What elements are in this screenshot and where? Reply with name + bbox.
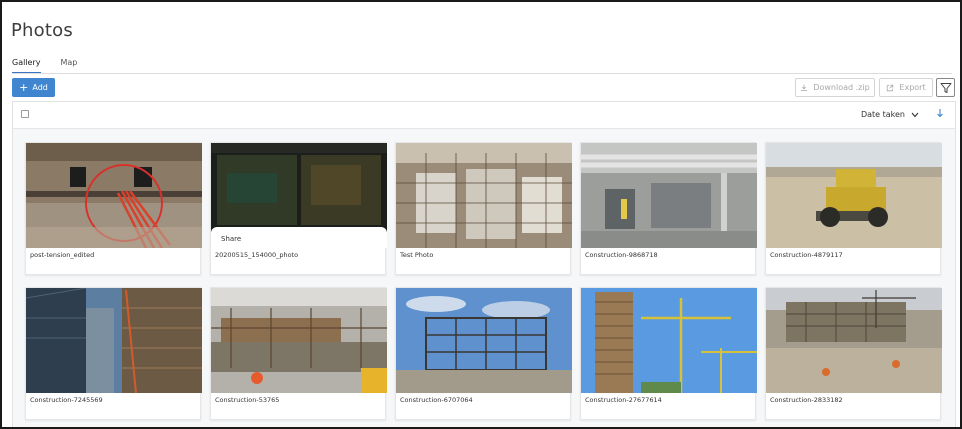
photo-thumbnail[interactable] bbox=[396, 143, 572, 248]
photo-card[interactable]: Construction-6707064 bbox=[395, 287, 572, 420]
sort-dropdown[interactable]: Date taken bbox=[861, 110, 919, 119]
select-all-checkbox[interactable] bbox=[21, 110, 29, 118]
photo-name: 20200515_154000_photo bbox=[215, 251, 299, 259]
add-button[interactable]: + Add bbox=[12, 78, 55, 97]
chevron-down-icon bbox=[911, 112, 919, 117]
tab-map[interactable]: Map bbox=[61, 58, 78, 74]
photo-name: Construction-6707064 bbox=[400, 396, 473, 404]
gallery-header: Date taken bbox=[13, 102, 955, 129]
photo-name: Construction-27677614 bbox=[585, 396, 662, 404]
photo-thumbnail[interactable] bbox=[396, 288, 572, 393]
photo-card[interactable]: Share 20200515_154000_photo bbox=[210, 142, 387, 275]
download-zip-label: Download .zip bbox=[813, 83, 870, 92]
export-icon bbox=[887, 84, 894, 91]
photo-card[interactable]: Construction-2833182 bbox=[765, 287, 942, 420]
photo-name: Construction-53765 bbox=[215, 396, 280, 404]
photo-name: Construction-4879117 bbox=[770, 251, 843, 259]
photo-card[interactable]: Construction-9868718 bbox=[580, 142, 757, 275]
export-label: Export bbox=[899, 83, 926, 92]
photo-thumbnail[interactable] bbox=[581, 288, 757, 393]
tabs-divider bbox=[12, 73, 952, 74]
share-label[interactable]: Share bbox=[221, 235, 241, 243]
app-frame: Photos Gallery Map + Add Download .zip E… bbox=[0, 0, 962, 429]
photo-name: Test Photo bbox=[400, 251, 434, 259]
filter-button[interactable] bbox=[936, 78, 955, 97]
plus-icon: + bbox=[19, 81, 29, 94]
photo-name: Construction-7245569 bbox=[30, 396, 103, 404]
photo-name: Construction-9868718 bbox=[585, 251, 658, 259]
photo-thumbnail[interactable] bbox=[766, 143, 942, 248]
photo-thumbnail[interactable] bbox=[26, 288, 202, 393]
sort-direction-button[interactable] bbox=[936, 108, 944, 121]
share-popup[interactable]: Share bbox=[211, 227, 387, 248]
photo-card[interactable]: Construction-53765 bbox=[210, 287, 387, 420]
photo-card[interactable]: Construction-4879117 bbox=[765, 142, 942, 275]
photo-gallery: Date taken post-tension_edited Share 202… bbox=[12, 101, 956, 427]
download-zip-button[interactable]: Download .zip bbox=[795, 78, 875, 97]
photo-thumbnail[interactable] bbox=[766, 288, 942, 393]
tab-gallery[interactable]: Gallery bbox=[12, 58, 41, 74]
photo-thumbnail[interactable]: Share bbox=[211, 143, 387, 248]
photo-name: Construction-2833182 bbox=[770, 396, 843, 404]
photo-name: post-tension_edited bbox=[30, 251, 95, 259]
photo-card[interactable]: post-tension_edited bbox=[25, 142, 202, 275]
page-title: Photos bbox=[11, 20, 73, 41]
add-button-label: Add bbox=[32, 83, 48, 92]
export-button[interactable]: Export bbox=[879, 78, 933, 97]
download-icon bbox=[801, 84, 808, 91]
photo-card[interactable]: Construction-7245569 bbox=[25, 287, 202, 420]
photo-card[interactable]: Construction-27677614 bbox=[580, 287, 757, 420]
sort-label: Date taken bbox=[860, 110, 905, 119]
photo-thumbnail[interactable] bbox=[211, 288, 387, 393]
photo-card[interactable]: Test Photo bbox=[395, 142, 572, 275]
filter-icon bbox=[940, 82, 951, 93]
photo-thumbnail[interactable] bbox=[26, 143, 202, 248]
view-tabs: Gallery Map bbox=[12, 58, 77, 74]
arrow-down-icon bbox=[937, 109, 943, 118]
photo-thumbnail[interactable] bbox=[581, 143, 757, 248]
